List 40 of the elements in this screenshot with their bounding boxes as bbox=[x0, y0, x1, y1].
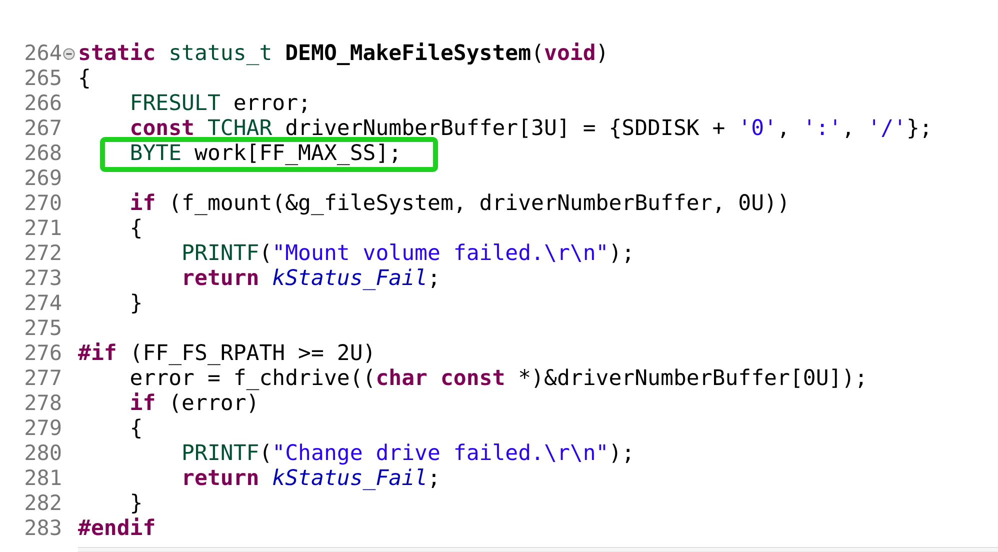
code-line: PRINTF("Change drive failed.\r\n"); bbox=[180, 441, 635, 466]
code-line: #if (FF_FS_RPATH >= 2U) bbox=[78, 341, 376, 366]
collapse-icon[interactable] bbox=[63, 48, 75, 60]
line-number: 269 bbox=[24, 166, 62, 191]
line-number: 278 bbox=[24, 391, 62, 416]
code-line: if (error) bbox=[128, 391, 260, 416]
code-line: FRESULT error; bbox=[128, 91, 311, 116]
code-line: if (f_mount(&g_fileSystem, driverNumberBuffer, 0U)) bbox=[128, 191, 790, 216]
line-number: 281 bbox=[24, 466, 62, 491]
code-line: { bbox=[128, 216, 143, 241]
scrollbar-track[interactable] bbox=[78, 547, 998, 552]
code-line: } bbox=[128, 291, 143, 316]
line-number: 282 bbox=[24, 491, 62, 516]
line-number: 270 bbox=[24, 191, 62, 216]
line-number: 272 bbox=[24, 241, 62, 266]
line-number: 271 bbox=[24, 216, 62, 241]
code-line: PRINTF("Mount volume failed.\r\n"); bbox=[180, 241, 635, 266]
line-number: 274 bbox=[24, 291, 62, 316]
line-number: 277 bbox=[24, 366, 62, 391]
code-line: const TCHAR driverNumberBuffer[3U] = {SDDISK + '0', ':', '/'}; bbox=[128, 116, 932, 141]
line-number: 275 bbox=[24, 316, 62, 341]
line-number: 264 bbox=[24, 41, 62, 66]
code-line: return kStatus_Fail; bbox=[180, 466, 440, 491]
line-number: 266 bbox=[24, 91, 62, 116]
code-line: { bbox=[128, 416, 143, 441]
code-line: return kStatus_Fail; bbox=[180, 266, 440, 291]
line-number: 280 bbox=[24, 441, 62, 466]
line-number: 276 bbox=[24, 341, 62, 366]
line-number: 267 bbox=[24, 116, 62, 141]
line-number: 279 bbox=[24, 416, 62, 441]
code-line: static status_t DEMO_MakeFileSystem(void) bbox=[78, 41, 609, 66]
code-line: { bbox=[78, 66, 91, 91]
code-line: } bbox=[128, 491, 143, 516]
line-number: 273 bbox=[24, 266, 62, 291]
code-line: BYTE work[FF_MAX_SS]; bbox=[128, 141, 402, 166]
code-line: #endif bbox=[78, 516, 156, 541]
line-number: 268 bbox=[24, 141, 62, 166]
code-line: error = f_chdrive((char const *)&driverNumberBuffer[0U]); bbox=[128, 366, 868, 391]
line-number: 283 bbox=[24, 516, 62, 541]
line-number: 265 bbox=[24, 66, 62, 91]
